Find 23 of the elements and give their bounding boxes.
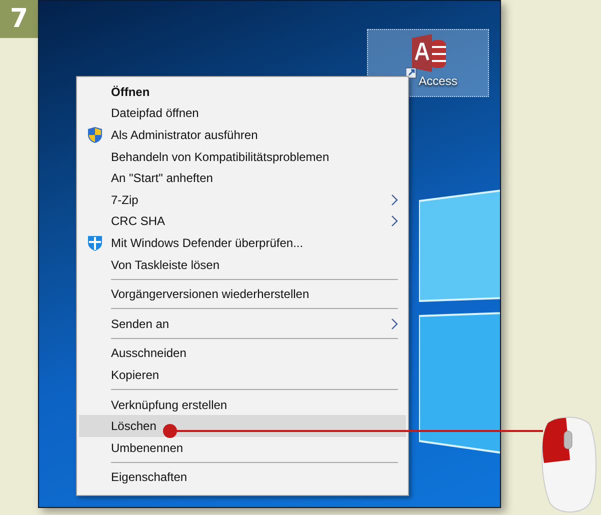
menu-item[interactable]: Ausschneiden — [79, 342, 406, 364]
menu-item[interactable]: Umbenennen — [79, 436, 406, 458]
menu-item[interactable]: Als Administrator ausführen — [79, 124, 406, 146]
menu-item[interactable]: Verknüpfung erstellen — [79, 394, 406, 416]
menu-item[interactable]: Vorgängerversionen wiederherstellen — [79, 283, 406, 305]
shield-icon — [87, 234, 103, 251]
menu-item[interactable]: CRC SHA — [79, 210, 406, 232]
menu-item[interactable]: 7-Zip — [79, 188, 406, 211]
step-number-badge: 7 — [0, 0, 38, 38]
icon-label: Access — [418, 74, 458, 88]
menu-item[interactable]: An "Start" anheften — [79, 167, 406, 189]
menu-item[interactable]: Eigenschaften — [79, 466, 406, 488]
chevron-right-icon — [391, 194, 398, 206]
menu-item[interactable]: Senden an — [79, 312, 406, 335]
menu-item[interactable]: Kopieren — [79, 364, 406, 386]
shield-icon — [88, 126, 102, 143]
menu-item[interactable]: Von Taskleiste lösen — [79, 254, 406, 276]
menu-item[interactable]: Dateipfad öffnen — [79, 102, 406, 124]
chevron-right-icon — [391, 318, 398, 330]
chevron-right-icon — [391, 215, 398, 228]
menu-item[interactable]: Löschen — [79, 415, 406, 437]
menu-item[interactable]: Behandeln von Kompatibilitätsproblemen — [79, 146, 406, 168]
menu-item[interactable]: Mit Windows Defender überprüfen... — [79, 232, 406, 254]
